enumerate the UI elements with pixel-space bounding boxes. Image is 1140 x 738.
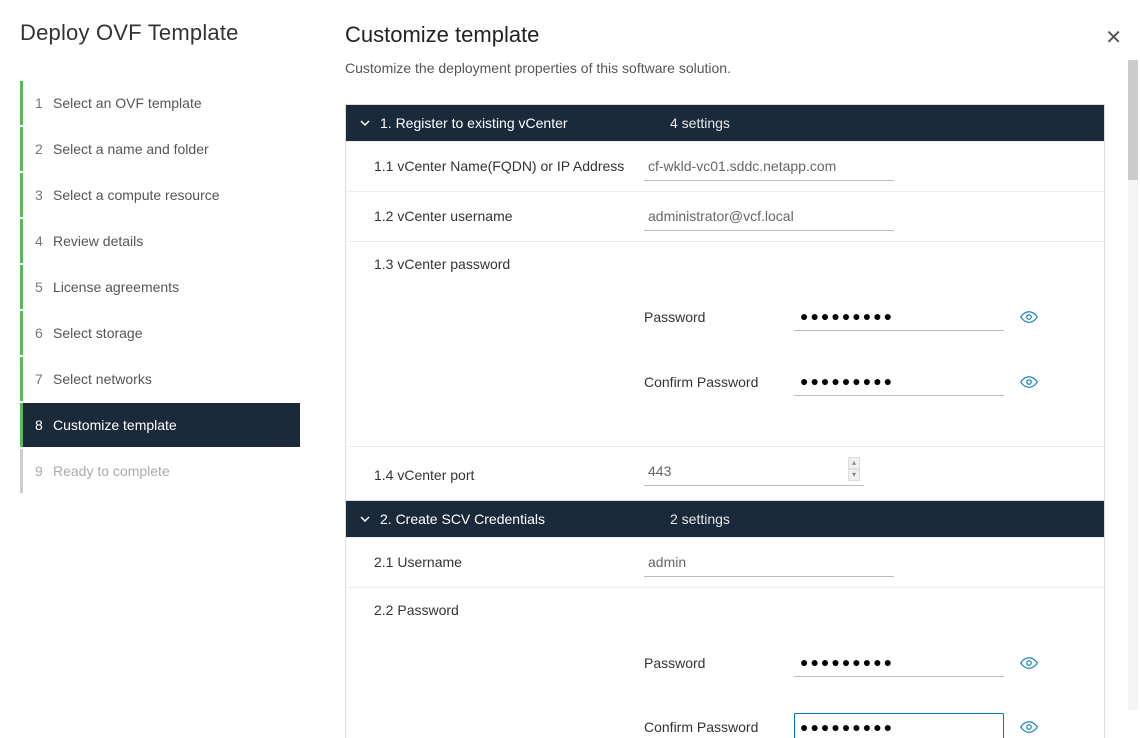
step-number: 1 — [35, 95, 53, 111]
field-scv-password: 2.2 Password Password Confirm Password — [346, 587, 1104, 738]
step-label: Review details — [53, 233, 143, 249]
confirm-password-row: Confirm Password — [644, 713, 1090, 738]
step-number: 2 — [35, 141, 53, 157]
page-title: Customize template — [345, 22, 1105, 48]
section-header[interactable]: 2. Create SCV Credentials 2 settings — [346, 501, 1104, 537]
step-license[interactable]: 5 License agreements — [20, 265, 300, 309]
field-label: 2.2 Password — [374, 602, 1090, 618]
wizard-title: Deploy OVF Template — [20, 20, 300, 46]
chevron-down-icon — [360, 115, 372, 131]
chevron-down-icon[interactable]: ▾ — [848, 469, 860, 481]
scv-username-input[interactable] — [644, 548, 894, 577]
close-icon: ✕ — [1105, 27, 1122, 49]
step-number: 6 — [35, 325, 53, 341]
vcenter-confirm-password-input[interactable] — [794, 367, 1004, 396]
password-label: Password — [644, 309, 794, 325]
field-scv-username: 2.1 Username — [346, 537, 1104, 587]
scv-password-input[interactable] — [794, 648, 1004, 677]
step-label: Customize template — [53, 417, 177, 433]
chevron-up-icon[interactable]: ▴ — [848, 457, 860, 469]
eye-icon[interactable] — [1020, 373, 1038, 391]
step-label: Select a name and folder — [53, 141, 209, 157]
field-vcenter-password: 1.3 vCenter password Password Confirm Pa… — [346, 241, 1104, 446]
eye-icon[interactable] — [1020, 308, 1038, 326]
eye-icon[interactable] — [1020, 654, 1038, 672]
field-vcenter-port: 1.4 vCenter port ▴ ▾ — [346, 446, 1104, 500]
page-subtitle: Customize the deployment properties of t… — [345, 60, 1105, 76]
vcenter-name-input[interactable] — [644, 152, 894, 181]
step-number: 4 — [35, 233, 53, 249]
step-networks[interactable]: 7 Select networks — [20, 357, 300, 401]
step-compute-resource[interactable]: 3 Select a compute resource — [20, 173, 300, 217]
section-scv-credentials: 2. Create SCV Credentials 2 settings 2.1… — [345, 501, 1105, 738]
password-label: Password — [644, 655, 794, 671]
step-number: 3 — [35, 187, 53, 203]
wizard-steps: 1 Select an OVF template 2 Select a name… — [20, 81, 300, 493]
password-row: Password — [644, 648, 1090, 677]
step-ready-complete[interactable]: 9 Ready to complete — [20, 449, 300, 493]
scrollbar-thumb[interactable] — [1128, 60, 1138, 180]
step-label: Select an OVF template — [53, 95, 202, 111]
section-title: 2. Create SCV Credentials — [380, 511, 670, 527]
chevron-down-icon — [360, 511, 372, 527]
step-number: 7 — [35, 371, 53, 387]
step-review-details[interactable]: 4 Review details — [20, 219, 300, 263]
field-label: 2.1 Username — [374, 548, 644, 570]
section-count: 4 settings — [670, 115, 730, 131]
field-vcenter-username: 1.2 vCenter username — [346, 191, 1104, 241]
field-vcenter-name: 1.1 vCenter Name(FQDN) or IP Address — [346, 141, 1104, 191]
scrollbar[interactable] — [1128, 60, 1138, 710]
ovf-deploy-dialog: Deploy OVF Template 1 Select an OVF temp… — [0, 0, 1140, 738]
step-storage[interactable]: 6 Select storage — [20, 311, 300, 355]
eye-icon[interactable] — [1020, 718, 1038, 736]
step-number: 5 — [35, 279, 53, 295]
vcenter-password-input[interactable] — [794, 302, 1004, 331]
section-title: 1. Register to existing vCenter — [380, 115, 670, 131]
step-customize-template[interactable]: 8 Customize template — [20, 403, 300, 447]
password-row: Password — [644, 302, 1090, 331]
section-header[interactable]: 1. Register to existing vCenter 4 settin… — [346, 105, 1104, 141]
step-select-ovf[interactable]: 1 Select an OVF template — [20, 81, 300, 125]
step-number: 8 — [35, 417, 53, 433]
section-count: 2 settings — [670, 511, 730, 527]
wizard-content: ✕ Customize template Customize the deplo… — [310, 0, 1140, 738]
port-stepper[interactable]: ▴ ▾ — [848, 457, 860, 481]
field-label: 1.3 vCenter password — [374, 256, 1090, 272]
field-label: 1.2 vCenter username — [374, 202, 644, 224]
close-button[interactable]: ✕ — [1105, 28, 1122, 48]
confirm-password-label: Confirm Password — [644, 719, 794, 735]
vcenter-port-input[interactable] — [644, 457, 864, 486]
confirm-password-label: Confirm Password — [644, 374, 794, 390]
step-label: Select a compute resource — [53, 187, 220, 203]
step-label: License agreements — [53, 279, 179, 295]
field-label: 1.1 vCenter Name(FQDN) or IP Address — [374, 152, 644, 174]
wizard-sidebar: Deploy OVF Template 1 Select an OVF temp… — [0, 0, 310, 738]
scv-confirm-password-input[interactable] — [794, 713, 1004, 738]
step-number: 9 — [35, 463, 53, 479]
step-label: Select storage — [53, 325, 143, 341]
section-register-vcenter: 1. Register to existing vCenter 4 settin… — [345, 104, 1105, 501]
step-label: Ready to complete — [53, 463, 170, 479]
field-label: 1.4 vCenter port — [374, 461, 644, 483]
step-label: Select networks — [53, 371, 152, 387]
confirm-password-row: Confirm Password — [644, 367, 1090, 396]
vcenter-username-input[interactable] — [644, 202, 894, 231]
step-name-folder[interactable]: 2 Select a name and folder — [20, 127, 300, 171]
